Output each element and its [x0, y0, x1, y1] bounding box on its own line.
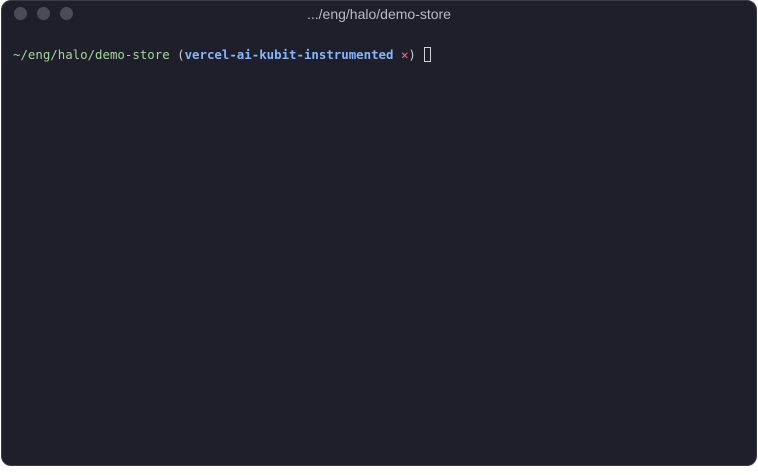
- prompt-line: ~/eng/halo/demo-store (vercel-ai-kubit-i…: [13, 47, 432, 62]
- title-bar[interactable]: .../eng/halo/demo-store: [2, 1, 756, 28]
- terminal-window: .../eng/halo/demo-store ~/eng/halo/demo-…: [1, 0, 757, 466]
- prompt-branch-open: (: [177, 47, 185, 62]
- terminal-output[interactable]: ~/eng/halo/demo-store (vercel-ai-kubit-i…: [13, 46, 746, 455]
- prompt-path: ~/eng/halo/demo-store: [13, 47, 170, 62]
- prompt-branch-close: ): [408, 47, 416, 62]
- window-title: .../eng/halo/demo-store: [307, 6, 451, 22]
- text-cursor: [424, 47, 432, 62]
- prompt-branch: vercel-ai-kubit-instrumented: [184, 47, 394, 62]
